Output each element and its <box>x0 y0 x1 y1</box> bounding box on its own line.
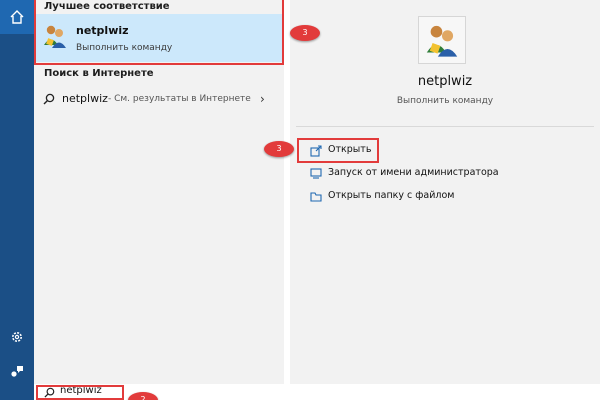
action-open-folder-label: Открыть папку с файлом <box>328 190 455 201</box>
annotation-box-open <box>297 138 379 163</box>
gear-icon <box>12 332 22 342</box>
action-run-as-admin-label: Запуск от имени администратора <box>328 167 499 178</box>
shield-icon <box>310 168 322 179</box>
action-run-as-admin[interactable]: Запуск от имени администратора <box>306 165 566 183</box>
action-open-folder[interactable]: Открыть папку с файлом <box>306 188 566 206</box>
feedback-button[interactable] <box>0 356 34 386</box>
start-search-window: Лучшее соответствие netplwiz Выполнить к… <box>0 0 600 400</box>
folder-icon <box>310 192 322 202</box>
web-search-hint: - См. результаты в Интернете <box>108 94 251 104</box>
home-button[interactable] <box>0 0 34 34</box>
preview-divider <box>296 126 594 127</box>
web-search-heading: Поиск в Интернете <box>44 68 154 79</box>
home-icon <box>10 10 24 24</box>
users-icon <box>426 25 458 57</box>
settings-button[interactable] <box>0 322 34 352</box>
chevron-right-icon: › <box>260 92 265 106</box>
search-icon <box>43 93 55 105</box>
app-icon-large <box>418 16 466 64</box>
preview-title: netplwiz <box>417 74 473 89</box>
preview-panel: netplwiz Выполнить команду Открыть Запус… <box>290 0 600 384</box>
annotation-box-best-match <box>34 0 284 65</box>
web-search-item[interactable]: netplwiz - См. результаты в Интернете › <box>34 86 284 112</box>
preview-subtitle: Выполнить команду <box>396 96 494 106</box>
nav-rail <box>0 0 34 400</box>
annotation-badge-best-match: 3 <box>290 25 320 41</box>
annotation-box-search <box>36 385 124 400</box>
feedback-icon <box>11 366 23 377</box>
web-search-query: netplwiz <box>62 92 108 105</box>
annotation-badge-open: 3 <box>264 141 294 157</box>
